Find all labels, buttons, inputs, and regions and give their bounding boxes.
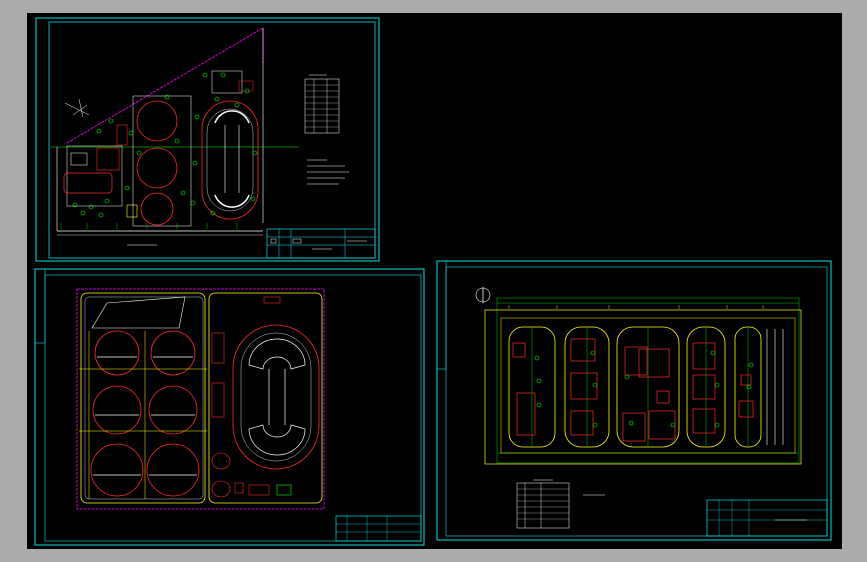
tank-layout-drawing (76, 288, 325, 510)
drawing-canvas (34, 17, 832, 546)
sheet-field-layout[interactable] (436, 260, 832, 541)
cad-model-viewport[interactable] (27, 13, 842, 549)
north-arrow-icon (64, 98, 90, 118)
field-layout-drawing (484, 297, 802, 465)
legend-table (516, 479, 605, 529)
sheet-border-inner (48, 21, 376, 259)
title-block (335, 515, 422, 542)
sheet-border-inner (445, 266, 828, 537)
site-plan-drawing (51, 27, 299, 246)
sheet-tank-layout[interactable] (34, 268, 425, 546)
title-block (266, 228, 376, 259)
legend-table (304, 74, 349, 185)
title-block (706, 499, 828, 537)
sheet-site-plan[interactable] (35, 17, 380, 262)
north-arrow-icon (475, 287, 491, 303)
sheet-border-outer (35, 17, 380, 262)
